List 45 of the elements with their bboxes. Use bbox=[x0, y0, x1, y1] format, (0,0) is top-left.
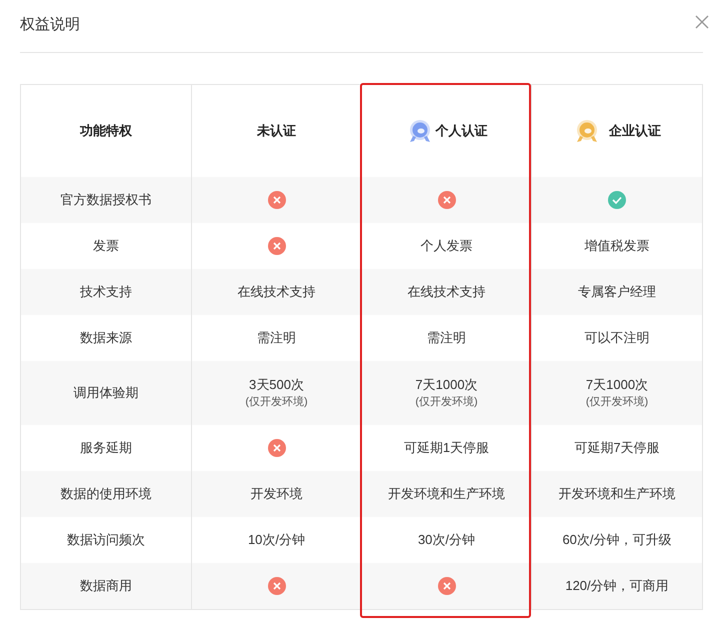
cross-icon bbox=[268, 439, 286, 457]
table-cell: 需注明 bbox=[427, 329, 466, 347]
table-cell: 调用体验期 bbox=[74, 384, 138, 402]
table-cell: 技术支持 bbox=[80, 283, 132, 301]
table-cell: 120/分钟，可商用 bbox=[565, 577, 669, 595]
column-header: 企业认证 bbox=[609, 122, 661, 140]
table-cell: 增值税发票 bbox=[584, 237, 650, 255]
table-cell: 开发环境和生产环境 bbox=[388, 485, 505, 503]
table-cell: 在线技术支持 bbox=[238, 283, 316, 301]
column-header: 功能特权 bbox=[80, 122, 132, 140]
cross-icon bbox=[438, 577, 456, 595]
table-cell: 个人发票 bbox=[420, 237, 472, 255]
cell-note: (仅开发环境) bbox=[586, 394, 648, 410]
cross-icon bbox=[268, 577, 286, 595]
table-cell: 可延期7天停服 bbox=[574, 439, 660, 457]
cell-note: (仅开发环境) bbox=[245, 394, 308, 410]
column-header: 个人认证 bbox=[436, 122, 488, 140]
table-cell: 60次/分钟，可升级 bbox=[562, 531, 672, 549]
check-icon bbox=[608, 191, 626, 209]
close-icon[interactable] bbox=[695, 15, 709, 29]
table-cell: 开发环境和生产环境 bbox=[558, 485, 676, 503]
table-cell: 3天500次 bbox=[249, 376, 304, 394]
table-cell: 可以不注明 bbox=[584, 329, 650, 347]
table-cell: 数据来源 bbox=[80, 329, 132, 347]
table-cell: 服务延期 bbox=[80, 439, 132, 457]
cell-note: (仅开发环境) bbox=[415, 394, 478, 410]
table-cell: 30次/分钟 bbox=[418, 531, 476, 549]
table-cell: 官方数据授权书 bbox=[60, 191, 152, 209]
table-cell: 发票 bbox=[93, 237, 119, 255]
table-cell: 在线技术支持 bbox=[408, 283, 486, 301]
table-cell: 数据访问频次 bbox=[67, 531, 145, 549]
cross-icon bbox=[268, 191, 286, 209]
cross-icon bbox=[438, 191, 456, 209]
table-cell: 开发环境 bbox=[250, 485, 302, 503]
table-cell: 数据的使用环境 bbox=[60, 485, 152, 503]
table-cell: 需注明 bbox=[257, 329, 296, 347]
column-header: 未认证 bbox=[257, 122, 296, 140]
dialog-title: 权益说明 bbox=[20, 14, 80, 35]
table-cell: 可延期1天停服 bbox=[404, 439, 490, 457]
table-cell: 7天1000次 bbox=[415, 376, 478, 394]
table-cell: 专属客户经理 bbox=[578, 283, 656, 301]
table-cell: 7天1000次 bbox=[586, 376, 648, 394]
cross-icon bbox=[268, 237, 286, 255]
table-cell: 10次/分钟 bbox=[248, 531, 306, 549]
table-cell: 数据商用 bbox=[80, 577, 132, 595]
